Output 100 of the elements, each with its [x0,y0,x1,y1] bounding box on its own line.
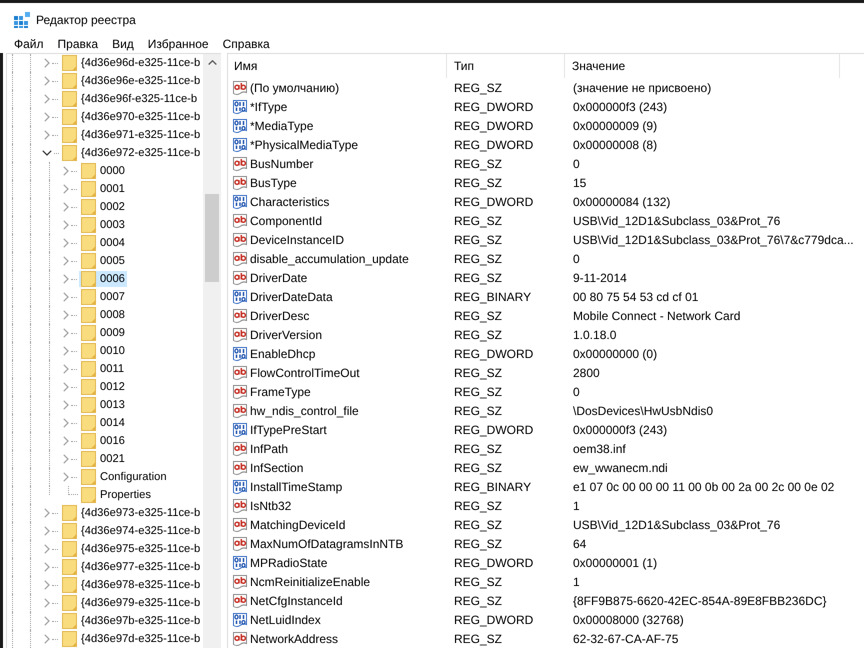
value-name: MaxNumOfDatagramsInNTB [250,536,404,550]
chevron-right-icon[interactable] [63,436,69,446]
folder-icon [62,55,77,71]
chevron-right-icon[interactable] [44,634,50,644]
tree-item[interactable]: 0012 [79,379,127,395]
tree-item[interactable]: {4d36e97b-e325-11ce-b [60,613,202,629]
column-header[interactable]: Тип [447,54,565,78]
tree-item[interactable]: Properties [79,487,153,503]
chevron-right-icon[interactable] [63,400,69,410]
chevron-right-icon[interactable] [44,112,50,122]
chevron-right-icon[interactable] [63,310,69,320]
tree-item[interactable]: 0000 [79,163,127,179]
tree-item[interactable]: {4d36e96f-e325-11ce-b [60,91,200,107]
tree-item[interactable]: {4d36e974-e325-11ce-b [60,523,202,539]
folder-icon [62,613,77,629]
chevron-right-icon[interactable] [63,364,69,374]
chevron-right-icon[interactable] [63,382,69,392]
tree-item[interactable]: {4d36e975-e325-11ce-b [60,541,202,557]
menu-item[interactable]: Вид [105,36,141,53]
chevron-down-icon[interactable] [42,150,52,156]
binary-icon [232,288,248,304]
value-data: USB\Vid_12D1&Subclass_03&Prot_76 [572,214,782,228]
value-type: REG_SZ [453,404,504,418]
chevron-right-icon[interactable] [44,544,50,554]
value-data: 0x00000001 (1) [572,556,658,570]
chevron-right-icon[interactable] [44,508,50,518]
tree-item[interactable]: 0014 [79,415,127,431]
value-type: REG_SZ [453,632,504,646]
chevron-right-icon[interactable] [63,238,69,248]
value-name: MatchingDeviceId [250,518,346,532]
tree-item[interactable]: {4d36e978-e325-11ce-b [60,577,202,593]
value-name: MPRadioState [250,556,328,570]
cubes-icon [14,12,30,28]
chevron-right-icon[interactable] [44,598,50,608]
value-data: 00 80 75 54 53 cd cf 01 [572,290,700,304]
column-header[interactable]: Значение [565,54,840,78]
chevron-right-icon[interactable] [63,328,69,338]
chevron-right-icon[interactable] [63,292,69,302]
chevron-right-icon[interactable] [63,184,69,194]
chevron-right-icon[interactable] [44,562,50,572]
folder-icon [81,181,96,197]
tree-item[interactable]: 0007 [79,289,127,305]
tree-item[interactable]: {4d36e970-e325-11ce-b [60,109,202,125]
tree-item[interactable]: 0002 [79,199,127,215]
chevron-right-icon[interactable] [44,526,50,536]
text-icon [232,384,248,400]
chevron-right-icon[interactable] [63,418,69,428]
menu-item[interactable]: Избранное [140,36,216,53]
tree-item[interactable]: 0009 [79,325,127,341]
chevron-right-icon[interactable] [63,274,69,284]
menu-item[interactable]: Справка [216,36,277,53]
folder-icon [81,253,96,269]
chevron-right-icon[interactable] [63,202,69,212]
value-name: InstallTimeStamp [250,480,342,494]
value-name: DeviceInstanceID [250,232,344,246]
chevron-right-icon[interactable] [63,220,69,230]
tree-item[interactable]: 0016 [79,433,127,449]
chevron-right-icon[interactable] [44,130,50,140]
tree-connector-line [71,404,77,406]
tree-item[interactable]: {4d36e971-e325-11ce-b [60,127,202,143]
tree-item[interactable]: 0013 [79,397,127,413]
tree-item[interactable]: {4d36e97d-e325-11ce-b [60,631,202,647]
chevron-right-icon[interactable] [63,166,69,176]
tree-item[interactable]: Configuration [79,469,169,485]
chevron-right-icon[interactable] [44,76,50,86]
text-icon [232,212,248,228]
tree-item[interactable]: 0011 [79,361,126,377]
tree-item[interactable]: {4d36e96e-e325-11ce-b [60,73,202,89]
tree-connector-line [52,566,58,568]
folder-icon [62,127,77,143]
folder-icon [81,307,96,323]
menu-item[interactable]: Правка [50,36,106,53]
value-data: USB\Vid_12D1&Subclass_03&Prot_76 [572,518,782,532]
tree-item[interactable]: 0010 [79,343,127,359]
chevron-right-icon[interactable] [63,346,69,356]
menu-item[interactable]: Файл [7,36,51,53]
chevron-right-icon[interactable] [44,580,50,590]
text-icon [232,156,248,172]
chevron-right-icon[interactable] [44,58,50,68]
chevron-right-icon[interactable] [63,256,69,266]
tree-item[interactable]: 0004 [79,235,127,251]
tree-item[interactable]: {4d36e972-e325-11ce-b [60,145,202,161]
scrollbar-thumb[interactable] [205,194,219,282]
tree-item[interactable]: {4d36e977-e325-11ce-b [60,559,202,575]
chevron-right-icon[interactable] [44,616,50,626]
tree-item[interactable]: 0008 [79,307,127,323]
tree-item[interactable]: {4d36e96d-e325-11ce-b [60,55,202,71]
tree-connector-line [52,62,58,64]
tree-item[interactable]: 0006 [79,271,127,287]
folder-icon [81,163,96,179]
tree-item[interactable]: 0001 [79,181,127,197]
tree-item[interactable]: 0021 [79,451,127,467]
tree-item[interactable]: {4d36e973-e325-11ce-b [60,505,202,521]
chevron-right-icon[interactable] [63,472,69,482]
column-header[interactable]: Имя [228,54,447,78]
chevron-right-icon[interactable] [44,94,50,104]
tree-item[interactable]: 0003 [79,217,127,233]
chevron-right-icon[interactable] [63,454,69,464]
tree-item[interactable]: 0005 [79,253,127,269]
tree-item[interactable]: {4d36e979-e325-11ce-b [60,595,202,611]
